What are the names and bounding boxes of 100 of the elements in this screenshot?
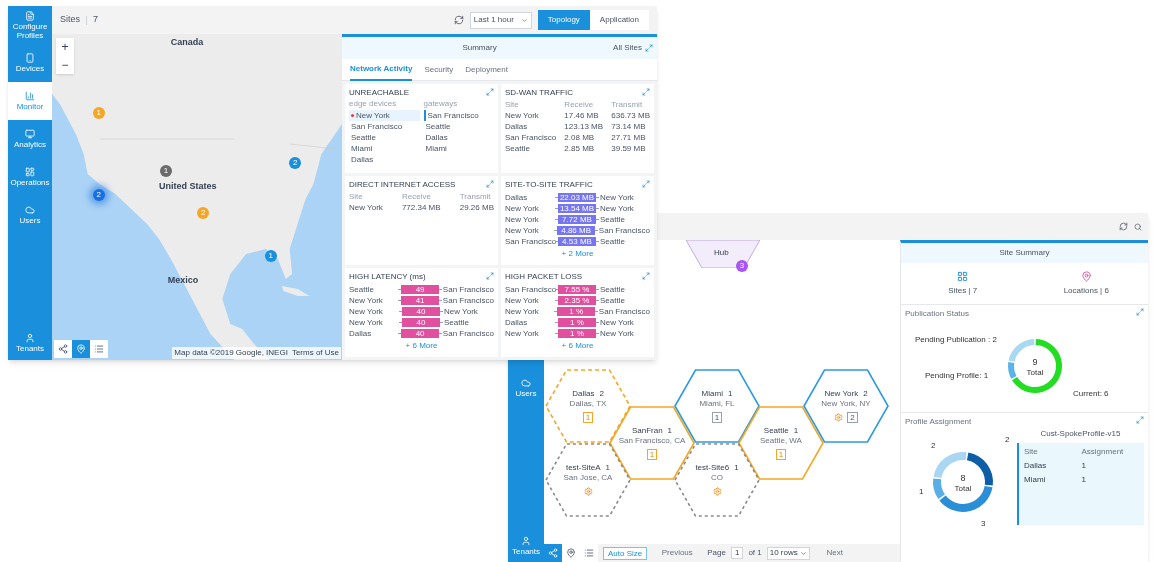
site-list-item[interactable]: Seattle xyxy=(423,121,494,132)
sidebar-item[interactable]: Monitor xyxy=(8,82,52,120)
value-pill: 1 % xyxy=(557,307,595,316)
more-link[interactable]: + 6 More xyxy=(349,340,494,352)
destination-site: Seattle xyxy=(600,213,625,226)
site-pin-marker[interactable]: 1 xyxy=(264,250,277,262)
site-hexagon[interactable] xyxy=(803,369,889,443)
sidebar-item[interactable]: Tenants xyxy=(508,532,544,562)
site-cluster-marker[interactable]: 2 xyxy=(92,189,105,201)
list-icon xyxy=(584,548,594,558)
destination-site: New York xyxy=(600,316,634,329)
document-icon xyxy=(25,10,35,21)
site-location: San Jose, CA xyxy=(563,473,613,483)
time-range-dropdown[interactable]: Last 1 hour xyxy=(469,11,532,29)
device-badge: 1 xyxy=(582,412,594,423)
expand-icon[interactable] xyxy=(642,88,650,96)
sidebar-item[interactable]: Users xyxy=(8,196,52,234)
map-pin-icon xyxy=(76,344,86,354)
site-list-item[interactable]: Miami xyxy=(349,143,420,154)
value-pill: 40 xyxy=(402,307,440,316)
destination-site: San Francisco xyxy=(598,224,650,237)
expand-icon[interactable] xyxy=(486,180,494,188)
table-cell-text: Seattle xyxy=(505,143,531,154)
site-name: test-SiteA xyxy=(565,463,601,473)
destination-site: Seattle xyxy=(600,294,625,307)
table-cell: 772.34 MB xyxy=(401,202,441,213)
expand-icon[interactable] xyxy=(642,272,650,280)
sidebar-item[interactable]: Tenants xyxy=(8,328,52,360)
tab[interactable]: Network Activity xyxy=(350,58,413,81)
sidebar-item[interactable]: Users xyxy=(508,373,544,405)
search-icon[interactable] xyxy=(1134,222,1142,231)
table-cell-text: Miami xyxy=(1024,474,1047,486)
monitor-icon xyxy=(25,129,35,139)
stat-label: Locations | 6 xyxy=(1063,284,1109,297)
site-list-item[interactable]: Miami xyxy=(423,143,494,154)
view-toggle-button[interactable] xyxy=(72,340,90,358)
zoom-out-button[interactable]: − xyxy=(56,56,74,74)
more-link[interactable]: + 6 More xyxy=(505,340,650,352)
source-site: New York xyxy=(505,305,540,318)
site-hexagon[interactable] xyxy=(545,443,631,517)
terms-link[interactable]: Terms of Use xyxy=(291,347,339,359)
device-count: 2 xyxy=(599,389,604,399)
site-hexagon[interactable] xyxy=(674,443,760,517)
site-hexagon[interactable] xyxy=(674,369,760,443)
table-cell-text: Dallas xyxy=(505,121,529,132)
refresh-icon[interactable] xyxy=(453,15,464,25)
view-toggle-button[interactable] xyxy=(544,544,562,562)
source-site: New York xyxy=(349,294,384,307)
source-site: Dallas xyxy=(505,191,529,204)
slice-label: Pending Profile: 1 xyxy=(925,371,989,380)
source-site: New York xyxy=(349,316,384,329)
destination-site: Seattle xyxy=(600,283,625,296)
map-pin-icon xyxy=(1080,270,1092,282)
site-hexagon[interactable] xyxy=(738,406,824,480)
table-cell-text: 73.14 MB xyxy=(611,121,647,132)
expand-icon[interactable] xyxy=(486,272,494,280)
tab[interactable]: Security xyxy=(424,58,454,81)
expand-icon[interactable] xyxy=(645,44,653,52)
expand-icon[interactable] xyxy=(1136,308,1144,316)
page-field[interactable]: 1 xyxy=(730,547,744,559)
site-name: Miami xyxy=(701,389,723,399)
site-list-item[interactable]: Dallas xyxy=(349,154,420,165)
rows-dropdown[interactable]: 10 rows xyxy=(766,546,810,560)
caret-icon xyxy=(520,16,528,24)
site-hexagon[interactable] xyxy=(545,369,631,443)
source-site: New York xyxy=(349,305,384,318)
table-cell-text: 2.08 MB xyxy=(564,132,596,143)
column-heading: Receive xyxy=(564,99,595,110)
view-tab[interactable]: Topology xyxy=(537,10,590,30)
table-title: Cust-SpokeProfile-v15 xyxy=(1039,428,1122,440)
table-cell-text: 27.71 MB xyxy=(611,132,647,143)
source-site: Dallas xyxy=(505,316,529,329)
site-list-item[interactable]: Dallas xyxy=(423,132,494,143)
sidebar-item[interactable]: Analytics xyxy=(8,120,52,158)
site-list-item[interactable]: New York xyxy=(349,110,420,121)
value-pill: 1 % xyxy=(558,329,596,338)
site-list-item[interactable]: San Francisco xyxy=(349,121,420,132)
more-link[interactable]: + 2 More xyxy=(505,248,650,260)
column-heading: gateways xyxy=(423,99,459,109)
table-cell-text: Dallas xyxy=(1024,460,1048,472)
sidebar-item[interactable]: Operations xyxy=(8,158,52,196)
person-icon xyxy=(25,333,35,343)
sidebar-item[interactable]: Devices xyxy=(8,44,52,82)
refresh-icon[interactable] xyxy=(1119,222,1128,231)
topology-icon xyxy=(58,344,68,354)
expand-icon[interactable] xyxy=(1136,416,1144,424)
expand-icon[interactable] xyxy=(486,88,494,96)
source-site: San Francisco xyxy=(505,283,555,296)
sidebar-item[interactable]: Configure Profiles xyxy=(8,6,52,44)
tab[interactable]: Deployment xyxy=(465,58,508,81)
destination-site: New York xyxy=(444,305,478,318)
device-icon xyxy=(25,53,35,63)
expand-icon[interactable] xyxy=(642,180,650,188)
auto-size-button[interactable]: Auto Size xyxy=(603,546,648,560)
zoom-in-button[interactable]: + xyxy=(56,38,74,56)
view-tab[interactable]: Application xyxy=(589,10,649,30)
site-location: Seattle, WA xyxy=(760,436,802,446)
site-list-item[interactable]: Seattle xyxy=(349,132,420,143)
card-title: HIGH LATENCY (ms) xyxy=(349,272,426,282)
site-list-item[interactable]: San Francisco xyxy=(423,110,494,121)
